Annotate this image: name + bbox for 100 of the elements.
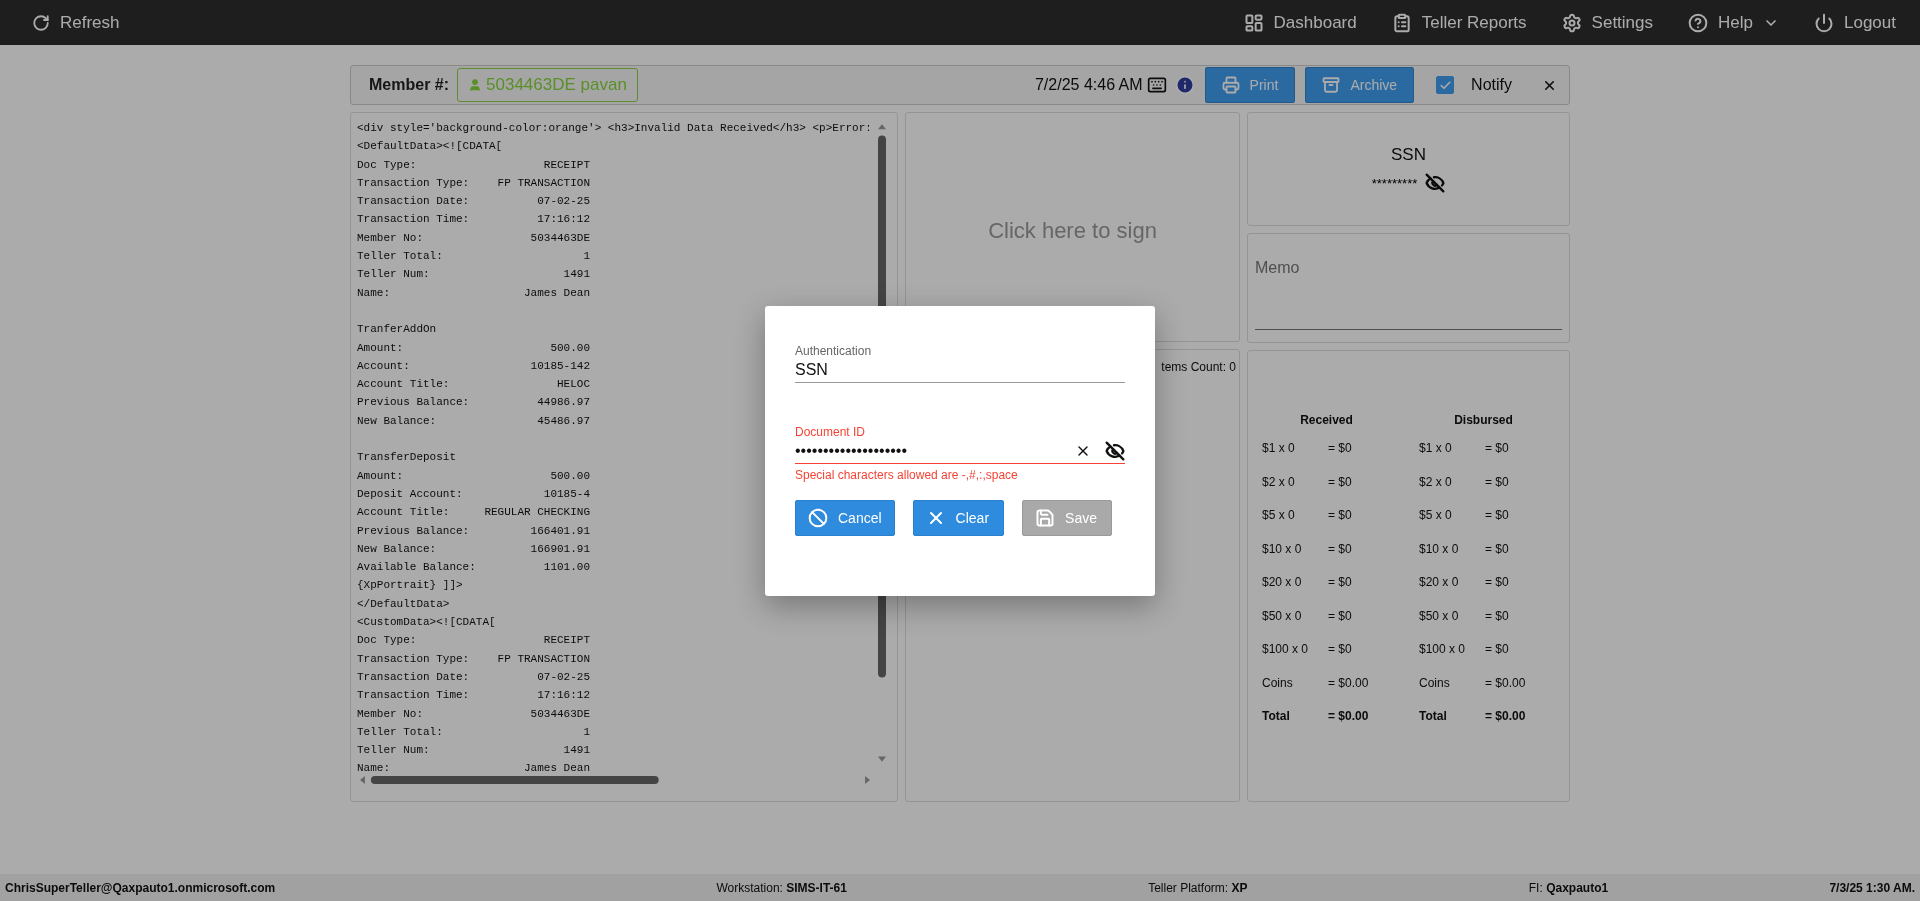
receipt-value: 17:16:12 [537,212,590,228]
receipt-value: 45486.97 [537,413,590,429]
text-field[interactable]: SSN [795,360,1125,379]
info-icon[interactable] [1174,75,1195,95]
printer-icon [1221,76,1240,94]
receipt-label: Account Title: [357,505,450,521]
receipt-line: </DefaultData> [357,597,450,610]
eye-off-icon[interactable] [1105,440,1125,461]
receipt-value: 5034463DE [530,230,590,246]
cash-value: = $0 [1328,642,1352,656]
cash-label: $2 x 0 [1419,474,1452,489]
receipt-value: RECEIPT [543,633,590,649]
nav-button[interactable]: Help [1688,12,1779,33]
cash-value: = $0 [1328,575,1352,589]
receipt-label: Transaction Time: [357,212,470,228]
ssn-value: ********* [1371,175,1418,191]
receipt-label: Previous Balance: [357,523,470,539]
dialog-button[interactable]: Cancel [795,499,895,536]
receipt-value: RECEIPT [543,157,590,173]
receipt-value: 07-02-25 [537,669,590,685]
dashboard-icon [1243,12,1264,33]
cash-value: = $0.00 [1485,709,1526,723]
cash-value: = $0 [1328,541,1352,556]
receipt-label: Account: [357,358,410,374]
eye-off-icon[interactable] [1425,173,1446,193]
receipt-value: 500.00 [550,340,590,356]
settings-icon [1561,12,1582,33]
cash-header: Disbursed [1453,413,1514,429]
nav-button[interactable]: Dashboard [1243,12,1357,33]
receipt-value: 1491 [563,267,590,283]
help-icon [1688,12,1709,33]
notify-label: Notify [1471,76,1512,94]
receipt-value: 17:16:12 [537,688,590,704]
receipt-value: REGULAR CHECKING [484,505,590,521]
cash-label: $2 x 0 [1262,474,1295,489]
receipt-line: TranferAddOn [357,323,437,336]
receipt-label: Teller Num: [357,267,430,283]
cash-label: Total [1419,709,1447,723]
cash-label: $50 x 0 [1419,608,1459,623]
refresh-icon [32,13,50,32]
receipt-label: Transaction Date: [357,669,470,685]
receipt-label: New Balance: [357,541,437,557]
cash-value: = $0 [1485,608,1509,623]
receipt-label: Transaction Date: [357,194,470,210]
receipt-line: <div style='background-color:orange'> <h3>Invalid Data Received</h3> <p>Error: [357,122,869,134]
receipt-label: Name: [357,761,390,771]
receipt-value: HELOC [557,377,590,393]
cash-label: $10 x 0 [1262,541,1302,556]
cash-label: $20 x 0 [1262,575,1302,589]
cash-header: Received [1299,413,1354,429]
nav-button[interactable]: Teller Reports [1391,12,1527,33]
receipt-value: 07-02-25 [537,194,590,210]
nav-button[interactable]: Settings [1561,12,1654,33]
receipt-value: 1 [583,724,590,740]
user-icon [468,78,483,92]
cash-value: = $0 [1485,642,1509,656]
receipt-label: Member No: [357,230,423,246]
sign-prompt: Click here to sign [987,218,1158,244]
receipt-label: Teller Total: [357,724,443,740]
clipboard-icon [1391,12,1412,33]
receipt-label: Name: [357,285,390,301]
status-item: FI: Qaxpauto1 [1528,880,1609,895]
receipt-line: <DefaultData><![CDATA[ [357,140,503,153]
field-label: Authentication [795,343,873,358]
cash-label: $1 x 0 [1419,441,1452,455]
receipt-label: Doc Type: [357,157,417,173]
cash-label: $20 x 0 [1419,575,1459,589]
dialog-button[interactable]: Clear [912,499,1005,536]
text-field[interactable]: •••••••••••••••••••• [795,441,1061,460]
cash-label: $1 x 0 [1262,441,1295,455]
refresh-button[interactable]: Refresh [32,12,120,33]
items-count: tems Count: 0 [1160,359,1237,374]
check-icon [1438,78,1452,92]
memo-field[interactable]: Memo [1255,259,1562,330]
cash-value: = $0 [1485,508,1509,522]
power-icon [1814,12,1834,33]
receipt-line: TransferDeposit [357,451,457,464]
cash-value: = $0.00 [1328,675,1369,690]
receipt-value: 10185-142 [530,358,590,374]
notify-checkbox[interactable] [1436,76,1455,94]
receipt-label: Transaction Time: [357,688,470,704]
receipt-label: Amount: [357,340,404,356]
keyboard-icon[interactable] [1146,75,1167,95]
cash-label: $100 x 0 [1419,642,1466,656]
cash-value: = $0 [1485,441,1509,455]
receipt-label: Doc Type: [357,633,417,649]
cash-label: Total [1262,709,1290,723]
receipt-value: 5034463DE [530,706,590,722]
receipt-value: 44986.97 [537,395,590,411]
cash-value: = $0 [1485,575,1509,589]
ssn-title: SSN [1390,145,1427,165]
cash-label: $5 x 0 [1419,508,1452,522]
nav-button[interactable]: Logout [1814,12,1896,33]
status-item: ChrisSuperTeller@Qaxpauto1.onmicrosoft.com [5,880,276,895]
cancel-icon [808,507,828,528]
receipt-value: FP TRANSACTION [497,651,590,667]
receipt-label: Transaction Type: [357,651,470,667]
cash-value: = $0 [1485,474,1509,489]
cash-label: $5 x 0 [1262,508,1295,522]
receipt-label: Account Title: [357,377,450,393]
